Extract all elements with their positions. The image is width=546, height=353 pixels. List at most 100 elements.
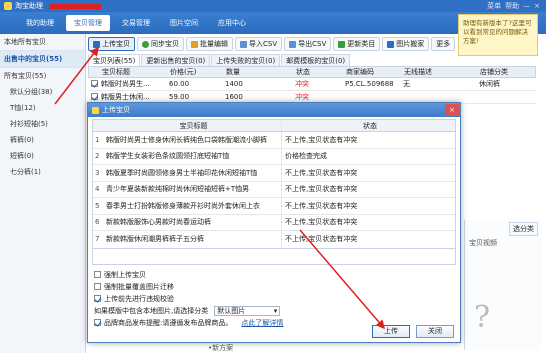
check-image-label: 上传前先进行违规校验 bbox=[104, 294, 174, 303]
sync-icon bbox=[142, 40, 149, 48]
nav-tab-images[interactable]: 图片空间 bbox=[162, 15, 206, 31]
upload-dialog: 上传宝贝 × 宝贝标题 状态 1 韩版时尚男士修身休闲长裤纯色口袋韩版潮流小脚裤… bbox=[87, 102, 461, 343]
brand-checkbox[interactable] bbox=[94, 319, 101, 326]
upload-item-table: 宝贝标题 状态 1 韩版时尚男士修身休闲长裤纯色口袋韩版潮流小脚裤 不上传,宝贝… bbox=[92, 119, 456, 249]
upload-table-header: 宝贝标题 状态 bbox=[93, 120, 455, 132]
window-controls: 菜单 帮助 — × bbox=[487, 1, 540, 11]
close-window-button[interactable]: × bbox=[534, 2, 540, 10]
row-qty: 1600 bbox=[225, 93, 243, 101]
list-item[interactable]: 2 韩版学生女装彩色条纹圆领打底短袖T恤 价格检查完成 bbox=[93, 148, 455, 165]
upload-options: 强制上传宝贝 强制批量覆盖图片迁移 上传前先进行违规校验 如果模版中包含本地图片… bbox=[94, 269, 454, 329]
export-csv-button[interactable]: 导出CSV bbox=[284, 37, 332, 51]
image-move-button[interactable]: 图片搬家 bbox=[382, 37, 430, 51]
upload-item-button[interactable]: 上传宝贝 bbox=[88, 37, 135, 51]
batch-edit-button[interactable]: 批量编辑 bbox=[186, 37, 233, 51]
menu-link[interactable]: 菜单 bbox=[487, 1, 501, 11]
upload-row-title: 春季男士打扮韩版修身薄款开衫时尚外套休闲上衣 bbox=[106, 201, 260, 210]
dialog-title-bar: 上传宝贝 × bbox=[88, 103, 460, 117]
nav-tab-item-manage[interactable]: 宝贝管理 bbox=[66, 15, 110, 31]
row-qty: 1400 bbox=[225, 80, 243, 88]
subtab-postage[interactable]: 邮费模板的宝贝(0) bbox=[281, 54, 351, 66]
chevron-down-icon: ▾ bbox=[273, 306, 278, 315]
sidebar-item-tshirt[interactable]: T恤(12) bbox=[0, 100, 85, 116]
row-price: 59.00 bbox=[169, 93, 190, 101]
app-title: 淘宝助理 bbox=[15, 2, 43, 10]
sidebar-header-selling[interactable]: 出售中的宝贝(55) bbox=[0, 51, 85, 68]
brand-label: 品牌商品发布提醒:请遵循发布品牌商品。 bbox=[104, 318, 233, 327]
row-title: 韩版时尚男生... bbox=[101, 80, 150, 88]
upload-row-title: 新款韩版休闲潮男裤裤子五分裤 bbox=[106, 235, 204, 244]
force-bulk-checkbox[interactable] bbox=[94, 283, 101, 290]
col-title[interactable]: 宝贝标题 bbox=[99, 67, 167, 77]
subtab-update-selling[interactable]: 更新出售的宝贝(0) bbox=[141, 54, 211, 66]
subtab-item-list[interactable]: 宝贝列表(55) bbox=[88, 54, 141, 66]
upload-row-title: 韩版学生女装彩色条纹圆领打底短袖T恤 bbox=[106, 152, 230, 161]
sidebar: 本地所有宝贝 出售中的宝贝(55) 所有宝贝(55) 默认分组(38) T恤(1… bbox=[0, 34, 86, 353]
col-code[interactable]: 商家编码 bbox=[343, 67, 401, 77]
sidebar-item-shorts[interactable]: 短裤(0) bbox=[0, 148, 85, 164]
list-item[interactable]: 7 新款韩版休闲潮男裤裤子五分裤 不上传,宝贝状态有冲突 bbox=[93, 231, 455, 248]
title-bar: 淘宝助理 菜单 帮助 — × bbox=[0, 0, 546, 12]
force-upload-checkbox[interactable] bbox=[94, 271, 101, 278]
app-logo-icon bbox=[92, 106, 99, 114]
nav-tab-apps[interactable]: 应用中心 bbox=[210, 15, 254, 31]
nav-tab-trade[interactable]: 交易管理 bbox=[114, 15, 158, 31]
upload-button[interactable]: 上传 bbox=[372, 325, 410, 338]
upload-icon bbox=[93, 40, 100, 48]
sidebar-header-local[interactable]: 本地所有宝贝 bbox=[0, 34, 85, 51]
list-item[interactable]: 6 新款韩版服饰心男款时尚春运动裤 不上传,宝贝状态有冲突 bbox=[93, 214, 455, 231]
brand-details-link[interactable]: 点此了解详情 bbox=[241, 318, 283, 328]
image-category-label: 如果模版中包含本地图片,请选择分类 bbox=[94, 306, 209, 315]
more-button[interactable]: 更多 bbox=[431, 37, 456, 51]
list-item[interactable]: 3 韩版夏季时尚圆领修身男士半袖印花休闲短袖T恤 不上传,宝贝状态有冲突 bbox=[93, 165, 455, 182]
option-force-bulk[interactable]: 强制批量覆盖图片迁移 bbox=[94, 281, 454, 293]
option-force-upload[interactable]: 强制上传宝贝 bbox=[94, 269, 454, 281]
option-check-image[interactable]: 上传前先进行违规校验 bbox=[94, 293, 454, 305]
close-button[interactable]: 关闭 bbox=[416, 325, 454, 338]
import-icon bbox=[240, 40, 247, 48]
upload-col-title: 宝贝标题 bbox=[179, 121, 208, 130]
row-status: 冲突 bbox=[295, 93, 309, 101]
list-item[interactable]: 1 韩版时尚男士修身休闲长裤纯色口袋韩版潮流小脚裤 不上传,宝贝状态有冲突 bbox=[93, 132, 455, 149]
upload-row-status: 不上传,宝贝状态有冲突 bbox=[281, 198, 455, 214]
sidebar-item-shirt[interactable]: 衬衫短袖(5) bbox=[0, 116, 85, 132]
col-price[interactable]: 价格(元) bbox=[167, 67, 223, 77]
col-status[interactable]: 状态 bbox=[293, 67, 343, 77]
check-image-checkbox[interactable] bbox=[94, 295, 101, 302]
row-checkbox[interactable] bbox=[91, 79, 98, 87]
list-item[interactable]: 5 春季男士打扮韩版修身薄款开衫时尚外套休闲上衣 不上传,宝贝状态有冲突 bbox=[93, 198, 455, 215]
table-row[interactable]: 韩版时尚男生... 60.00 1400 冲突 P5.CL.509688 无 休… bbox=[88, 78, 536, 91]
col-wireless[interactable]: 无线描述 bbox=[401, 67, 455, 77]
sidebar-item-pants[interactable]: 裤裤(0) bbox=[0, 132, 85, 148]
upload-row-title: 韩版时尚男士修身休闲长裤纯色口袋韩版潮流小脚裤 bbox=[106, 135, 267, 144]
export-icon bbox=[289, 40, 297, 48]
row-status: 冲突 bbox=[295, 80, 309, 88]
row-index: 2 bbox=[95, 152, 100, 161]
row-checkbox[interactable] bbox=[91, 92, 98, 100]
help-link[interactable]: 帮助 bbox=[505, 1, 519, 11]
upload-col-status: 状态 bbox=[281, 120, 455, 131]
question-mark-icon: ? bbox=[474, 300, 491, 335]
minimize-button[interactable]: — bbox=[523, 2, 530, 10]
row-index: 7 bbox=[95, 235, 100, 244]
nav-tab-assistant[interactable]: 我的助理 bbox=[18, 15, 62, 31]
sidebar-item-all[interactable]: 所有宝贝(55) bbox=[0, 68, 85, 84]
row-index: 6 bbox=[95, 218, 100, 227]
col-category[interactable]: 店铺分类 bbox=[477, 67, 533, 77]
import-csv-button[interactable]: 导入CSV bbox=[235, 37, 283, 51]
dialog-close-icon[interactable]: × bbox=[445, 104, 459, 116]
sync-item-button[interactable]: 同步宝贝 bbox=[137, 37, 184, 51]
choose-category-button[interactable]: 选分类 bbox=[509, 222, 538, 236]
subtab-upload-failed[interactable]: 上传失败的宝贝(0) bbox=[211, 54, 281, 66]
row-wireless: 无 bbox=[403, 80, 410, 88]
upload-row-title: 青少年夏装新款纯棉时尚休闲短袖短裤+T恤男 bbox=[106, 185, 250, 194]
sidebar-item-capri[interactable]: 七分裤(1) bbox=[0, 164, 85, 180]
image-category-select[interactable]: 默认图片 ▾ bbox=[214, 305, 281, 316]
list-item[interactable]: 4 青少年夏装新款纯棉时尚休闲短袖短裤+T恤男 不上传,宝贝状态有冲突 bbox=[93, 181, 455, 198]
col-qty[interactable]: 数量 bbox=[223, 67, 275, 77]
new-plan-label[interactable]: •新方案 bbox=[208, 343, 233, 353]
sidebar-item-default[interactable]: 默认分组(38) bbox=[0, 84, 85, 100]
row-index: 5 bbox=[95, 201, 100, 210]
item-subtabs: 宝贝列表(55) 更新出售的宝贝(0) 上传失败的宝贝(0) 邮费模板的宝贝(0… bbox=[88, 54, 536, 66]
update-category-button[interactable]: 更新类目 bbox=[333, 37, 381, 51]
